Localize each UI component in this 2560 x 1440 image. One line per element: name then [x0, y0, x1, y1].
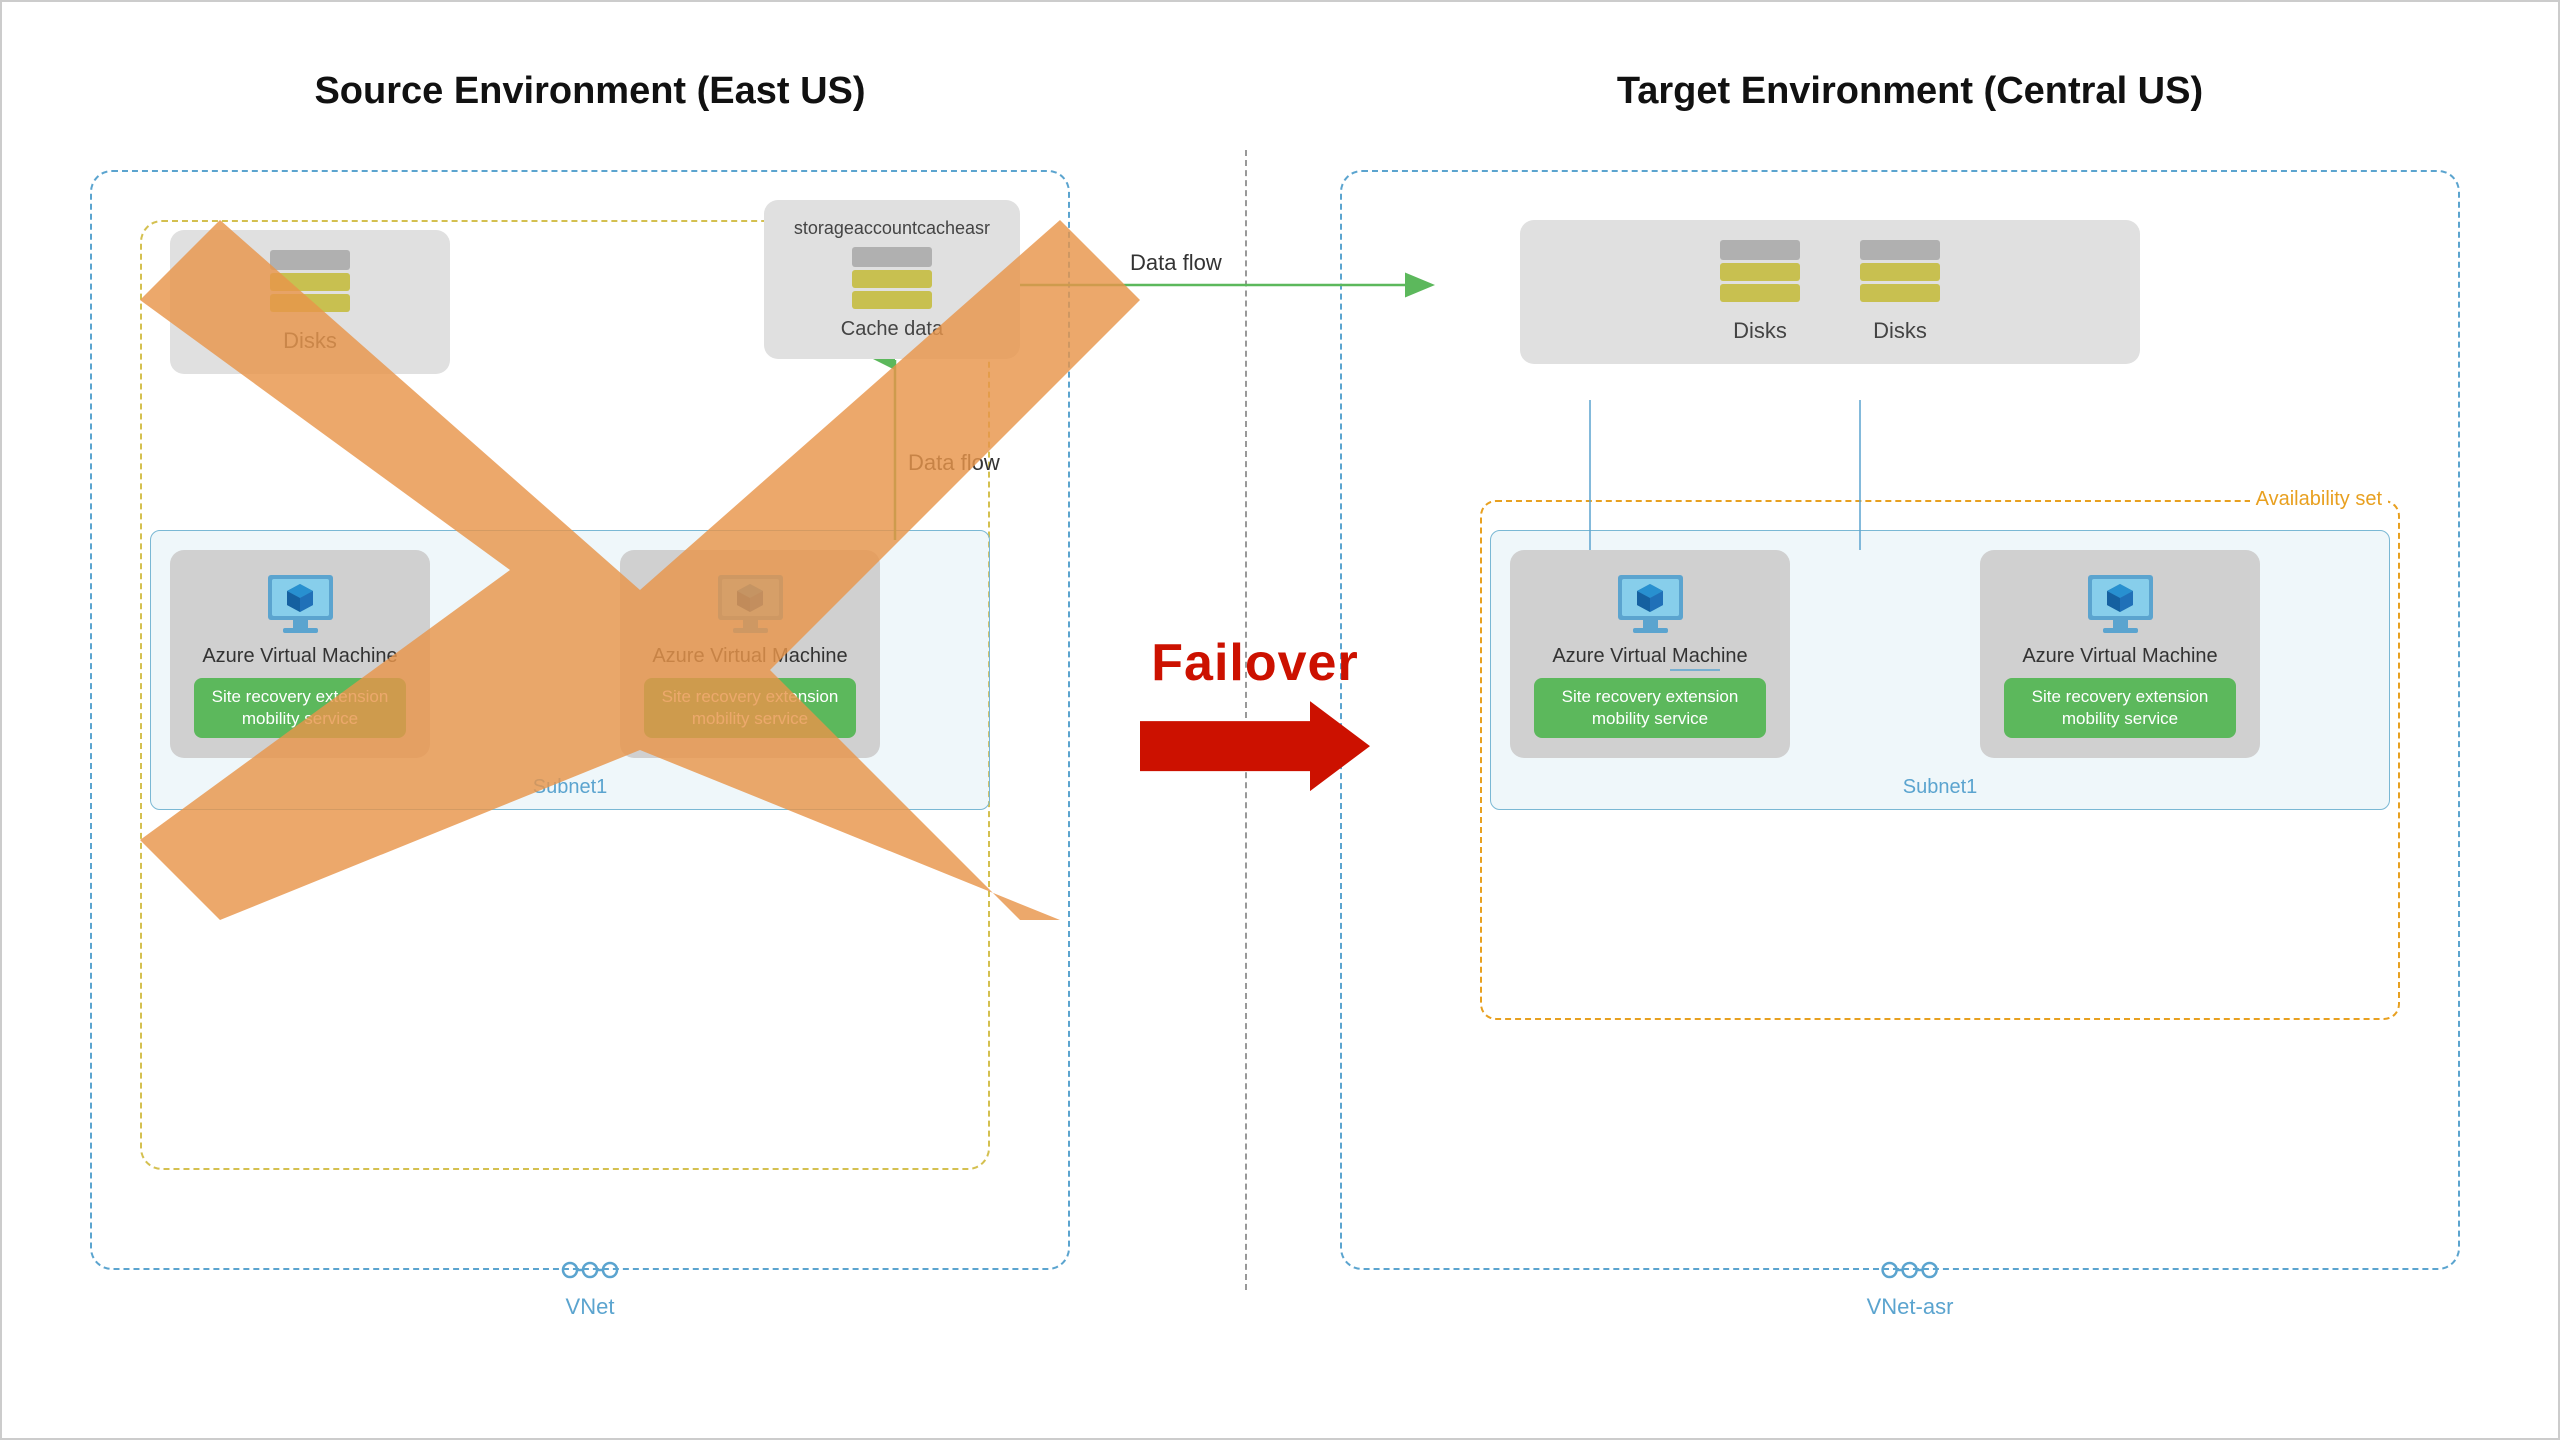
target-disks-group: Disks Disks [1520, 220, 2140, 364]
cache-data-label: Cache data [841, 318, 943, 341]
source-vm1: Azure Virtual Machine Site recovery exte… [170, 550, 430, 758]
target-vnet-label: VNet-asr [1867, 1294, 1954, 1320]
source-subnet-label: Subnet1 [533, 776, 608, 799]
target-subnet-label: Subnet1 [1903, 776, 1978, 799]
source-vm1-label: Azure Virtual Machine [202, 645, 397, 668]
disk-icon-1 [270, 250, 350, 315]
source-disk-1: Disks [270, 250, 350, 354]
failover-label: Failover [1151, 633, 1358, 693]
target-disk-1: Disks [1720, 240, 1800, 344]
target-region: Target Environment (Central US) Availabi… [1320, 70, 2500, 1350]
source-region: Source Environment (East US) Disks [60, 70, 1120, 1350]
main-container: Source Environment (East US) Disks [0, 0, 2560, 1440]
source-disks-label: Disks [283, 328, 337, 354]
target-mobility2: Site recovery extension mobility service [2004, 678, 2236, 738]
target-mobility1: Site recovery extension mobility service [1534, 678, 1766, 738]
source-vm1-icon [258, 570, 343, 645]
source-vnet-area: VNet [560, 1250, 620, 1320]
target-disk1-label: Disks [1733, 318, 1787, 344]
source-vm2: Azure Virtual Machine Site recovery exte… [620, 550, 880, 758]
target-disk-2: Disks [1860, 240, 1940, 344]
target-vm1-label: Azure Virtual Machine [1552, 645, 1747, 668]
target-vnet-area: VNet-asr [1867, 1250, 1954, 1320]
target-disk-icon-1 [1720, 240, 1800, 305]
target-disk2-label: Disks [1873, 318, 1927, 344]
target-vnet-icon [1880, 1250, 1940, 1290]
target-disk-icon-2 [1860, 240, 1940, 305]
source-mobility1: Site recovery extension mobility service [194, 678, 406, 738]
full-diagram: Source Environment (East US) Disks [60, 70, 2500, 1370]
target-title: Target Environment (Central US) [1617, 70, 2203, 113]
source-vm2-icon [708, 570, 793, 645]
availability-set-label: Availability set [2250, 488, 2388, 511]
cache-disk-icon [852, 247, 932, 312]
target-vm2-icon [2078, 570, 2163, 645]
failover-container: Failover [1140, 633, 1370, 791]
svg-text:Data flow: Data flow [1130, 250, 1222, 275]
failover-arrow-icon [1140, 701, 1370, 791]
source-vnet-icon [560, 1250, 620, 1290]
target-vm1: Azure Virtual Machine Site recovery exte… [1510, 550, 1790, 758]
target-vm2: Azure Virtual Machine Site recovery exte… [1980, 550, 2260, 758]
source-vnet-label: VNet [566, 1294, 615, 1320]
target-vm1-icon [1608, 570, 1693, 645]
source-title: Source Environment (East US) [314, 70, 865, 113]
source-vm2-label: Azure Virtual Machine [652, 645, 847, 668]
storage-account-label: storageaccountcacheasr [794, 218, 990, 239]
source-disks-group: Disks [170, 230, 450, 374]
source-cache-box: storageaccountcacheasr Cache data [764, 200, 1020, 359]
source-mobility2: Site recovery extension mobility service [644, 678, 856, 738]
target-vm2-label: Azure Virtual Machine [2022, 645, 2217, 668]
